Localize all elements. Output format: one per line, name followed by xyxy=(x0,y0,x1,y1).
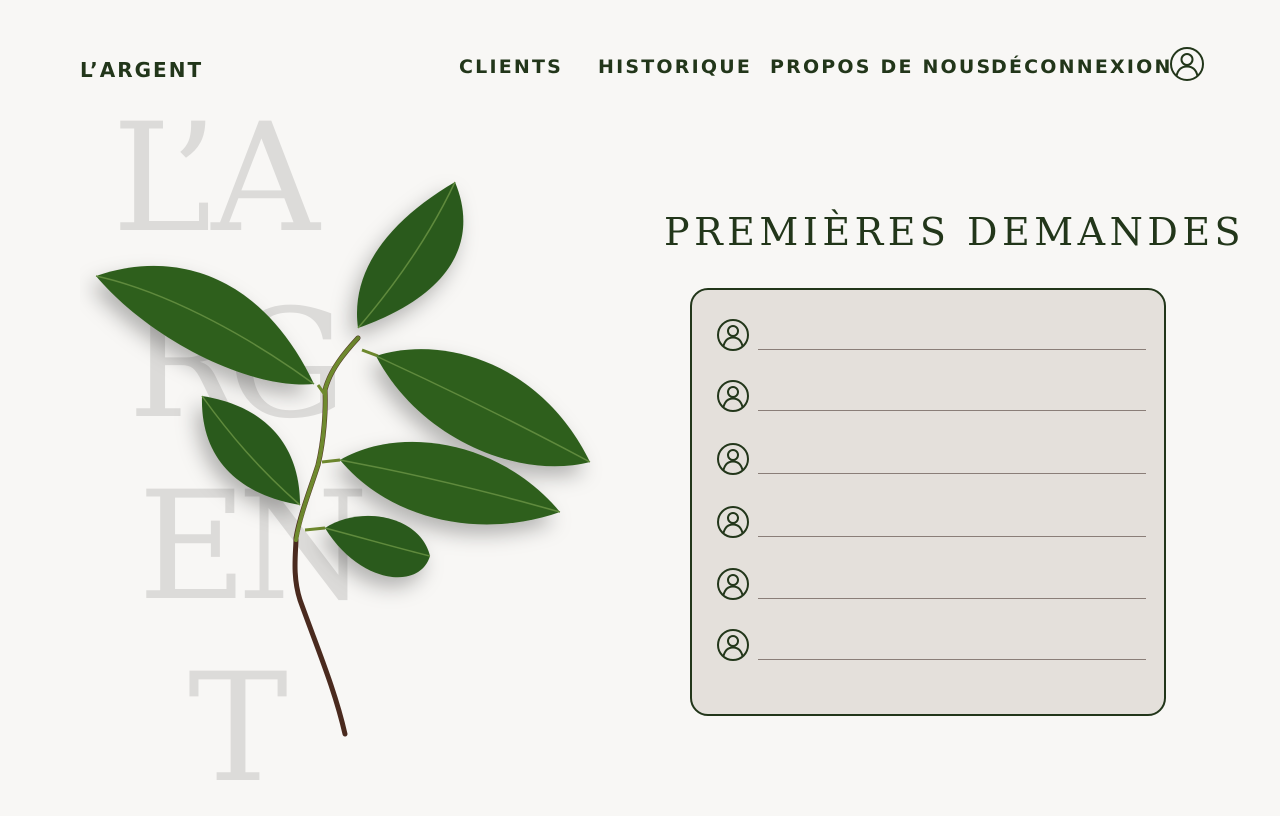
request-row[interactable] xyxy=(716,379,1146,419)
profile-button[interactable] xyxy=(1168,45,1206,83)
user-circle-icon xyxy=(717,380,749,412)
request-name-line xyxy=(758,473,1146,474)
request-name-line xyxy=(758,659,1146,660)
user-circle-icon xyxy=(717,629,749,661)
user-circle-icon xyxy=(717,506,749,538)
request-name-line xyxy=(758,349,1146,350)
requests-card xyxy=(690,288,1166,716)
page-title: PREMIÈRES DEMANDES xyxy=(664,210,1246,254)
user-circle-icon xyxy=(717,319,749,351)
request-row[interactable] xyxy=(716,628,1146,668)
main-nav: CLIENTS HISTORIQUE PROPOS DE NOUS DÉCONN… xyxy=(0,56,1280,86)
request-name-line xyxy=(758,536,1146,537)
user-circle-icon xyxy=(1170,47,1204,81)
nav-deconnexion-link[interactable]: DÉCONNEXION xyxy=(991,56,1173,78)
request-row[interactable] xyxy=(716,567,1146,607)
leaf-branch-image xyxy=(95,181,591,737)
request-name-line xyxy=(758,598,1146,599)
nav-clients-link[interactable]: CLIENTS xyxy=(459,56,563,78)
user-circle-icon xyxy=(717,443,749,475)
request-name-line xyxy=(758,410,1146,411)
request-row[interactable] xyxy=(716,505,1146,545)
nav-propos-link[interactable]: PROPOS DE NOUS xyxy=(770,56,992,78)
request-row[interactable] xyxy=(716,442,1146,482)
nav-historique-link[interactable]: HISTORIQUE xyxy=(598,56,752,78)
user-circle-icon xyxy=(717,568,749,600)
request-row[interactable] xyxy=(716,318,1146,358)
